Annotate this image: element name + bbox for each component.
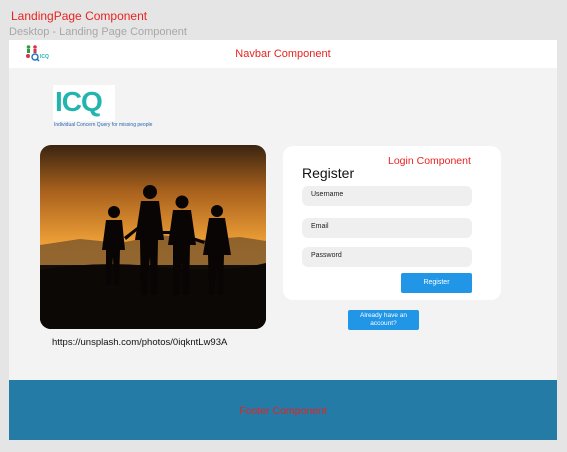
icq-logo-text: ICQ [55, 86, 103, 117]
login-component-label: Login Component [388, 155, 471, 167]
navbar-component-label: Navbar Component [235, 48, 331, 60]
icq-logo: ICQ [53, 85, 115, 121]
footer-component-label: Footer Component [239, 405, 327, 417]
email-input[interactable]: Email [302, 218, 472, 238]
email-placeholder: Email [311, 223, 329, 230]
photo-credit-link[interactable]: https://unsplash.com/photos/0iqkntLw93A [52, 337, 227, 348]
already-have-account-button[interactable]: Already have an account? [348, 310, 419, 330]
frame-component-label: LandingPage Component [11, 9, 148, 23]
username-placeholder: Username [311, 191, 344, 198]
footer: Footer Component [9, 380, 557, 440]
brand-block: ICQ Individual Concern Query for missing… [53, 85, 173, 129]
register-button-label: Register [423, 279, 450, 286]
password-placeholder: Password [311, 252, 342, 259]
username-input[interactable]: Username [302, 186, 472, 206]
navbar: ICQ Navbar Component [9, 40, 557, 68]
already-have-account-label: Already have an account? [360, 312, 407, 327]
brand-tagline: Individual Concern Query for missing peo… [54, 122, 153, 128]
password-input[interactable]: Password [302, 247, 472, 267]
hero-photo [40, 145, 266, 329]
register-heading: Register [302, 165, 355, 181]
landing-page: ICQ Navbar Component ICQ Individual Conc… [9, 40, 557, 440]
register-button[interactable]: Register [401, 273, 472, 293]
frame-design-label: Desktop - Landing Page Component [9, 26, 187, 38]
login-card: Register Login Component Username Email … [283, 146, 501, 300]
